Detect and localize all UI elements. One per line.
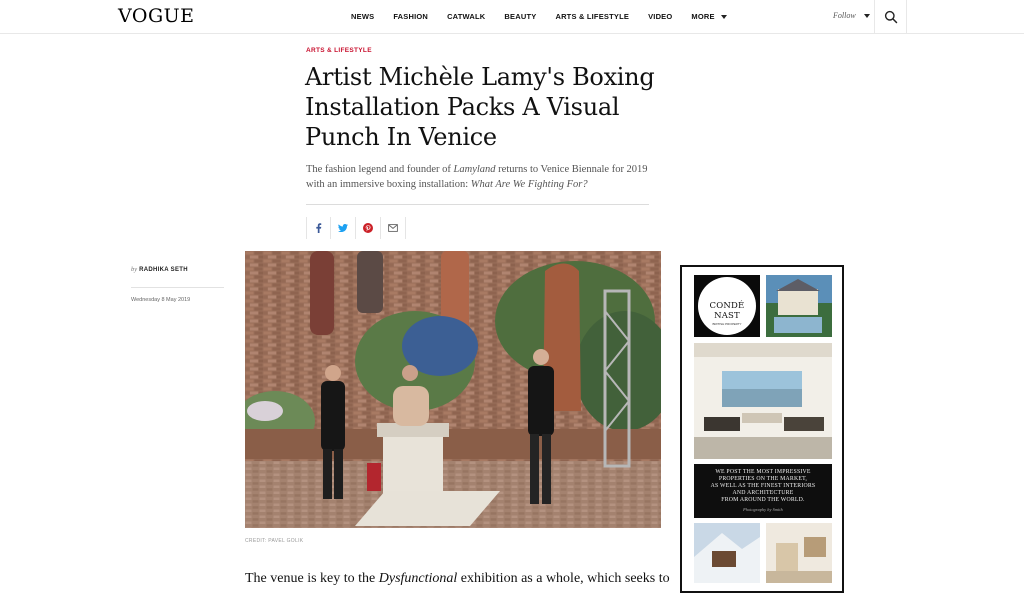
body-text: exhibition as a whole, which seeks to [457,571,670,586]
search-icon[interactable] [884,10,898,24]
follow-label: Follow [833,11,856,20]
nav-arts-lifestyle[interactable]: ARTS & LIFESTYLE [555,12,629,21]
twitter-icon [338,224,348,232]
standfirst-emphasis: What Are We Fighting For? [470,179,588,190]
email-icon [388,224,398,232]
nav-news[interactable]: NEWS [351,12,374,21]
installation-photo [245,251,661,528]
article-headline: Artist Michèle Lamy's Boxing Installatio… [305,63,655,151]
article-category[interactable]: ARTS & LIFESTYLE [306,47,372,54]
share-facebook-button[interactable] [306,217,331,239]
ad-brand-logo: CONDÉ NAST BRITISH PROPERTY [696,301,758,326]
facebook-icon [316,223,322,233]
ad-photo-credit: Photography by Smith [743,507,783,512]
article-body-paragraph: The venue is key to the Dysfunctional ex… [245,569,670,589]
ad-brand-name: CONDÉ NAST [709,301,745,321]
nav-catwalk[interactable]: CATWALK [447,12,485,21]
divider [306,204,649,205]
article-standfirst: The fashion legend and founder of Lamyla… [306,162,656,192]
author-name[interactable]: RADHIKA SETH [139,267,188,273]
share-pinterest-button[interactable] [356,217,381,239]
chevron-down-icon [863,13,870,18]
photo-credit: CREDIT: PAVEL GOLIK [245,538,304,544]
byline-prefix: by [131,266,138,273]
share-twitter-button[interactable] [331,217,356,239]
nav-video[interactable]: VIDEO [648,12,672,21]
byline: by RADHIKA SETH [131,266,188,273]
article-hero-image [245,251,661,528]
standfirst-emphasis: Lamyland [453,164,496,175]
body-text: The venue is key to the [245,571,379,586]
site-header: VOGUE NEWS FASHION CATWALK BEAUTY ARTS &… [0,0,1024,34]
header-divider [874,0,875,34]
share-email-button[interactable] [381,217,406,239]
vogue-logo[interactable]: VOGUE [118,5,195,27]
publish-date: Wednesday 8 May 2019 [131,297,191,303]
share-bar [306,217,406,239]
main-nav: NEWS FASHION CATWALK BEAUTY ARTS & LIFES… [351,12,746,21]
pinterest-icon [363,223,373,233]
follow-dropdown[interactable]: Follow [833,11,870,20]
divider [131,287,224,288]
nav-more[interactable]: MORE [691,12,727,21]
ad-copy: WE POST THE MOST IMPRESSIVE PROPERTIES O… [694,464,832,518]
ad-copy-line: AND ARCHITECTURE [732,490,794,496]
ad-copy-line: PROPERTIES ON THE MARKET, [718,476,808,482]
ad-copy-line: AS WELL AS THE FINEST INTERIORS [710,483,816,489]
nav-fashion[interactable]: FASHION [393,12,428,21]
standfirst-text: The fashion legend and founder of [306,164,454,175]
ad-brand-sub: BRITISH PROPERTY [712,322,742,326]
header-divider [906,0,907,34]
ad-copy-line: FROM AROUND THE WORLD. [721,497,805,503]
chevron-down-icon [720,14,727,19]
nav-beauty[interactable]: BEAUTY [504,12,536,21]
nav-more-label: MORE [691,12,715,21]
ad-copy-line: WE POST THE MOST IMPRESSIVE [715,469,811,475]
advertisement[interactable]: CONDÉ NAST BRITISH PROPERTY WE POST THE … [680,265,844,593]
body-emphasis: Dysfunctional [378,571,458,586]
